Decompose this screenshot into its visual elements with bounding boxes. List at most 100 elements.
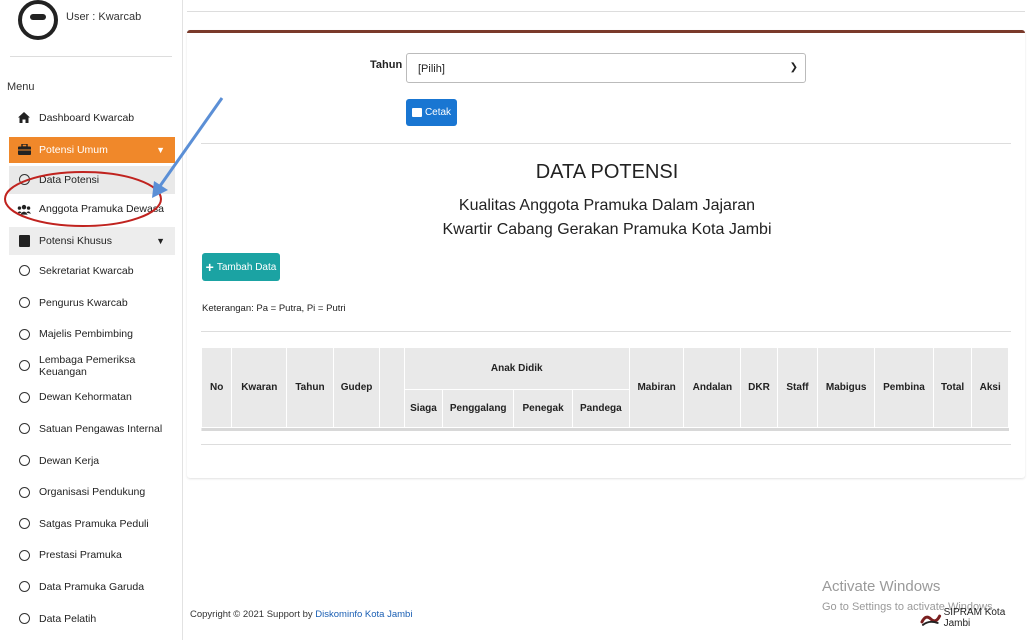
sidebar-item-label: Satuan Pengawas Internal (39, 422, 163, 435)
divider (201, 331, 1011, 332)
chevron-down-icon: ▼ (156, 144, 165, 155)
sidebar-item-sekretariat[interactable]: Sekretariat Kwarcab (0, 255, 183, 287)
chevron-down-icon: ▼ (156, 236, 165, 247)
cetak-button[interactable]: Cetak (406, 99, 457, 126)
circle-icon (17, 327, 31, 341)
tambah-data-button[interactable]: + Tambah Data (202, 253, 280, 281)
sidebar-item-pramuka-garuda[interactable]: Data Pramuka Garuda (0, 571, 183, 603)
menu-title: Menu (7, 81, 35, 93)
th-pandega: Pandega (571, 389, 630, 428)
th-gudep: Gudep (332, 347, 381, 428)
th-total: Total (932, 347, 973, 428)
sidebar-item-dewan-kerja[interactable]: Dewan Kerja (0, 445, 183, 477)
sidebar-item-label: Prestasi Pramuka (39, 549, 122, 562)
tambah-data-label: Tambah Data (216, 261, 277, 273)
sidebar-item-label: Organisasi Pendukung (39, 486, 146, 499)
circle-icon (17, 264, 31, 278)
sidebar-menu: Dashboard Kwarcab Potensi Umum ▼ Data Po… (0, 102, 183, 634)
sidebar-item-pelatih[interactable]: Data Pelatih (0, 603, 183, 635)
circle-icon (17, 422, 31, 436)
sidebar-item-label: Anggota Pramuka Dewasa (39, 203, 164, 216)
th-dkr: DKR (740, 347, 778, 428)
potensi-table: No Kwaran Tahun Gudep Anak Didik Mabiran… (200, 347, 1009, 431)
footer-copyright: Copyright © 2021 Support by Diskominfo K… (190, 609, 412, 620)
circle-icon (17, 517, 31, 531)
th-mabigus: Mabigus (817, 347, 876, 428)
footer-brand: SIPRAM Kota Jambi (920, 607, 1033, 629)
th-mabiran: Mabiran (628, 347, 685, 428)
chevron-down-icon: ❯ (789, 62, 798, 73)
sidebar-divider (10, 56, 172, 57)
activate-windows-title: Activate Windows (822, 578, 941, 595)
home-icon (17, 111, 31, 125)
divider (201, 143, 1011, 144)
th-penegak: Penegak (513, 389, 573, 428)
sidebar-item-label: Potensi Umum (39, 143, 108, 156)
circle-icon (17, 454, 31, 468)
th-pembina: Pembina (874, 347, 934, 428)
sidebar-item-label: Data Pelatih (39, 612, 97, 625)
th-no: No (200, 347, 233, 428)
sidebar-item-label: Data Potensi (39, 173, 100, 186)
sidebar-item-label: Majelis Pembimbing (39, 328, 133, 341)
page-subtitle-1: Kualitas Anggota Pramuka Dalam Jajaran (458, 197, 756, 214)
page-title: DATA POTENSI (535, 161, 679, 183)
sidebar-item-dewan-kehormatan[interactable]: Dewan Kehormatan (0, 382, 183, 414)
sidebar-item-label: Dewan Kerja (39, 454, 100, 467)
th-aksi: Aksi (971, 347, 1009, 428)
circle-icon (17, 390, 31, 404)
cetak-button-label: Cetak (424, 107, 452, 118)
sidebar-item-label: Dewan Kehormatan (39, 391, 132, 404)
th-staff: Staff (776, 347, 819, 428)
users-icon (17, 202, 31, 216)
keterangan-text: Keterangan: Pa = Putra, Pi = Putri (202, 303, 346, 314)
circle-icon (17, 359, 31, 373)
circle-icon (17, 580, 31, 594)
sidebar: User : Kwarcab Menu Dashboard Kwarcab Po… (0, 0, 183, 640)
table-bottom-bar (201, 427, 1009, 431)
sidebar-item-majelis[interactable]: Majelis Pembimbing (0, 318, 183, 350)
sipram-logo-icon (920, 614, 942, 626)
th-siaga: Siaga (403, 389, 444, 428)
sidebar-item-label: Data Pramuka Garuda (39, 580, 145, 593)
briefcase-icon (17, 143, 31, 157)
header-divider (187, 11, 1025, 12)
sidebar-item-prestasi[interactable]: Prestasi Pramuka (0, 540, 183, 572)
avatar (18, 0, 58, 40)
footer-brand-text: SIPRAM Kota Jambi (943, 607, 1006, 629)
th-tahun: Tahun (286, 347, 334, 428)
user-panel: User : Kwarcab (18, 0, 141, 48)
tahun-select[interactable]: [Pilih] ❯ (406, 53, 806, 83)
tahun-label: Tahun (370, 59, 403, 71)
sidebar-item-satuan-pengawas[interactable]: Satuan Pengawas Internal (0, 413, 183, 445)
th-kwaran: Kwaran (231, 347, 288, 428)
sidebar-item-label: Sekretariat Kwarcab (39, 264, 134, 277)
divider (201, 444, 1011, 445)
sidebar-item-data-potensi[interactable]: Data Potensi (9, 165, 175, 194)
sidebar-item-label: Satgas Pramuka Peduli (39, 517, 149, 530)
circle-icon (17, 485, 31, 499)
book-icon (17, 234, 31, 248)
sidebar-item-label: Lembaga Pemeriksa Keuangan (39, 353, 136, 378)
copyright-text: Copyright © 2021 Support by (190, 609, 316, 620)
th-penggalang: Penggalang (442, 389, 515, 428)
sidebar-item-label: Potensi Khusus (39, 235, 112, 248)
circle-icon (17, 173, 31, 187)
sidebar-item-organisasi[interactable]: Organisasi Pendukung (0, 476, 183, 508)
page-subtitle-2: Kwartir Cabang Gerakan Pramuka Kota Jamb… (442, 221, 772, 238)
circle-icon (17, 548, 31, 562)
tahun-select-value: [Pilih] (418, 63, 445, 75)
sidebar-item-potensi-umum[interactable]: Potensi Umum ▼ (9, 136, 175, 163)
sidebar-item-anggota-pramuka-dewasa[interactable]: Anggota Pramuka Dewasa (0, 194, 183, 226)
th-blank (379, 347, 405, 428)
sidebar-item-dashboard[interactable]: Dashboard Kwarcab (0, 102, 183, 134)
sidebar-item-potensi-khusus[interactable]: Potensi Khusus ▼ (9, 227, 175, 256)
th-anak-didik: Anak Didik (403, 347, 630, 390)
print-icon (411, 108, 422, 117)
plus-icon: + (205, 259, 214, 275)
sidebar-item-pengurus[interactable]: Pengurus Kwarcab (0, 287, 183, 319)
diskominfo-link[interactable]: Diskominfo Kota Jambi (315, 609, 412, 620)
sidebar-item-lembaga[interactable]: Lembaga Pemeriksa Keuangan (0, 350, 183, 382)
user-label: User : Kwarcab (66, 11, 142, 23)
sidebar-item-satgas[interactable]: Satgas Pramuka Peduli (0, 508, 183, 540)
